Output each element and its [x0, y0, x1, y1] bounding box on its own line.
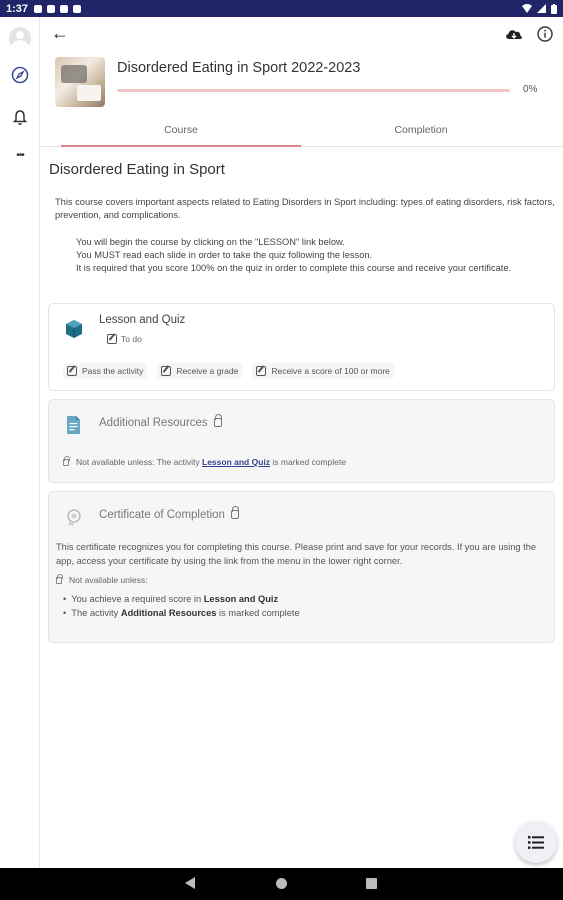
restriction-item-bold: Additional Resources: [120, 607, 217, 618]
progress-bar: [117, 89, 510, 92]
condition-label: Receive a grade: [176, 366, 239, 376]
summary-text: This course covers important aspects rel…: [55, 197, 555, 221]
avatar: [9, 27, 31, 49]
signal-icon: [537, 4, 546, 13]
battery-icon: [551, 3, 557, 14]
course-page: ← Disordered Eating in Sport 2022-2023 0…: [41, 17, 563, 868]
status-notification-icons: [34, 4, 82, 13]
progress-percent: 0%: [523, 84, 538, 95]
back-button[interactable]: ←: [51, 23, 71, 43]
summary-text: You will begin the course by clicking on…: [76, 236, 345, 247]
restriction-text: Not available unless:: [56, 574, 148, 585]
restriction-item-text: is marked complete: [216, 607, 300, 618]
completion-conditions: Pass the activity Receive a grade Receiv…: [63, 363, 394, 379]
bell-icon: [12, 109, 28, 125]
module-additional-resources[interactable]: Additional Resources Not available unles…: [48, 399, 555, 483]
certificate-description: This certificate recognizes you for comp…: [56, 542, 537, 566]
restriction-item-text: You achieve a required score in: [71, 594, 204, 604]
nav-home-icon[interactable]: [276, 878, 287, 889]
restriction-item-text: The activity: [71, 607, 121, 618]
condition-label: Pass the activity: [82, 366, 144, 376]
more-icon: •••: [16, 149, 24, 161]
summary-text: You MUST read each slide in order to tak…: [76, 249, 373, 260]
module-title-text: Additional Resources: [99, 417, 208, 429]
notification-icon: [73, 4, 82, 13]
status-label: To do: [121, 334, 142, 344]
compass-button[interactable]: [8, 63, 32, 87]
download-button[interactable]: [504, 25, 524, 43]
wifi-icon: [522, 4, 532, 13]
status-bar: 1:37: [0, 0, 563, 17]
module-lesson-quiz[interactable]: Lesson and Quiz To do Pass the activity …: [48, 303, 555, 391]
module-title: Certificate of Completion: [99, 506, 239, 521]
restriction-item: The activity Additional Resources is mar…: [63, 607, 300, 621]
restriction-item: You achieve a required score in Lesson a…: [63, 593, 300, 607]
restriction-prefix: Not available unless: The activity: [76, 457, 202, 467]
nav-rail: •••: [0, 17, 40, 868]
condition-label: Receive a score of 100 or more: [271, 366, 390, 376]
notification-icon: [47, 4, 56, 13]
cube-icon: [66, 320, 82, 338]
profile-button[interactable]: [8, 26, 32, 50]
condition-badge: Receive a score of 100 or more: [252, 363, 394, 379]
edit-icon: [107, 334, 117, 344]
info-button[interactable]: [536, 25, 554, 43]
course-index-button[interactable]: [515, 821, 557, 863]
notifications-button[interactable]: [8, 105, 32, 129]
cloud-download-icon: [506, 30, 522, 39]
more-button[interactable]: •••: [8, 143, 32, 167]
section-title: Disordered Eating in Sport: [49, 161, 225, 178]
nav-back-icon[interactable]: [185, 877, 195, 889]
edit-icon: [256, 366, 267, 376]
module-title: Additional Resources: [99, 414, 222, 429]
document-icon: [67, 416, 80, 434]
condition-badge: Pass the activity: [63, 363, 148, 379]
module-certificate[interactable]: Certificate of Completion This certifica…: [48, 491, 555, 643]
list-icon: [528, 835, 544, 849]
course-header: Disordered Eating in Sport 2022-2023 0%: [55, 57, 555, 109]
certificate-icon: [67, 509, 81, 527]
course-title: Disordered Eating in Sport 2022-2023: [117, 60, 361, 76]
info-icon: [537, 26, 553, 42]
lock-icon: [63, 456, 70, 467]
status-system-icons: [522, 3, 557, 14]
restriction-label: Not available unless:: [69, 575, 148, 585]
edit-icon: [161, 366, 172, 376]
notification-icon: [60, 4, 69, 13]
back-arrow-icon: ←: [51, 23, 69, 43]
restriction-text: Not available unless: The activity Lesso…: [63, 456, 347, 467]
course-summary: This course covers important aspects rel…: [55, 196, 555, 275]
summary-text: It is required that you score 100% on th…: [76, 263, 512, 274]
restriction-item-bold: Lesson and Quiz: [203, 594, 279, 604]
tab-completion[interactable]: Completion: [301, 121, 541, 147]
completion-status-badge: To do: [107, 334, 142, 344]
lock-icon: [213, 414, 222, 428]
restriction-list: You achieve a required score in Lesson a…: [63, 593, 300, 621]
summary-instructions: You will begin the course by clicking on…: [55, 236, 555, 276]
lock-icon: [230, 506, 239, 520]
nav-recents-icon[interactable]: [366, 878, 377, 889]
lock-icon: [56, 574, 63, 585]
edit-icon: [67, 366, 77, 376]
restriction-link[interactable]: Lesson and Quiz: [202, 457, 270, 467]
module-title-text: Certificate of Completion: [99, 509, 225, 521]
compass-icon: [11, 66, 29, 84]
system-nav-bar: [0, 868, 563, 900]
tab-bar: Course Completion: [41, 121, 563, 147]
top-app-bar: ←: [41, 17, 563, 51]
condition-badge: Receive a grade: [157, 363, 243, 379]
restriction-suffix: is marked complete: [270, 457, 347, 467]
course-image: [55, 57, 105, 107]
module-title[interactable]: Lesson and Quiz: [99, 314, 185, 326]
tab-course[interactable]: Course: [61, 121, 301, 147]
status-time: 1:37: [6, 2, 29, 15]
notification-icon: [34, 4, 43, 13]
